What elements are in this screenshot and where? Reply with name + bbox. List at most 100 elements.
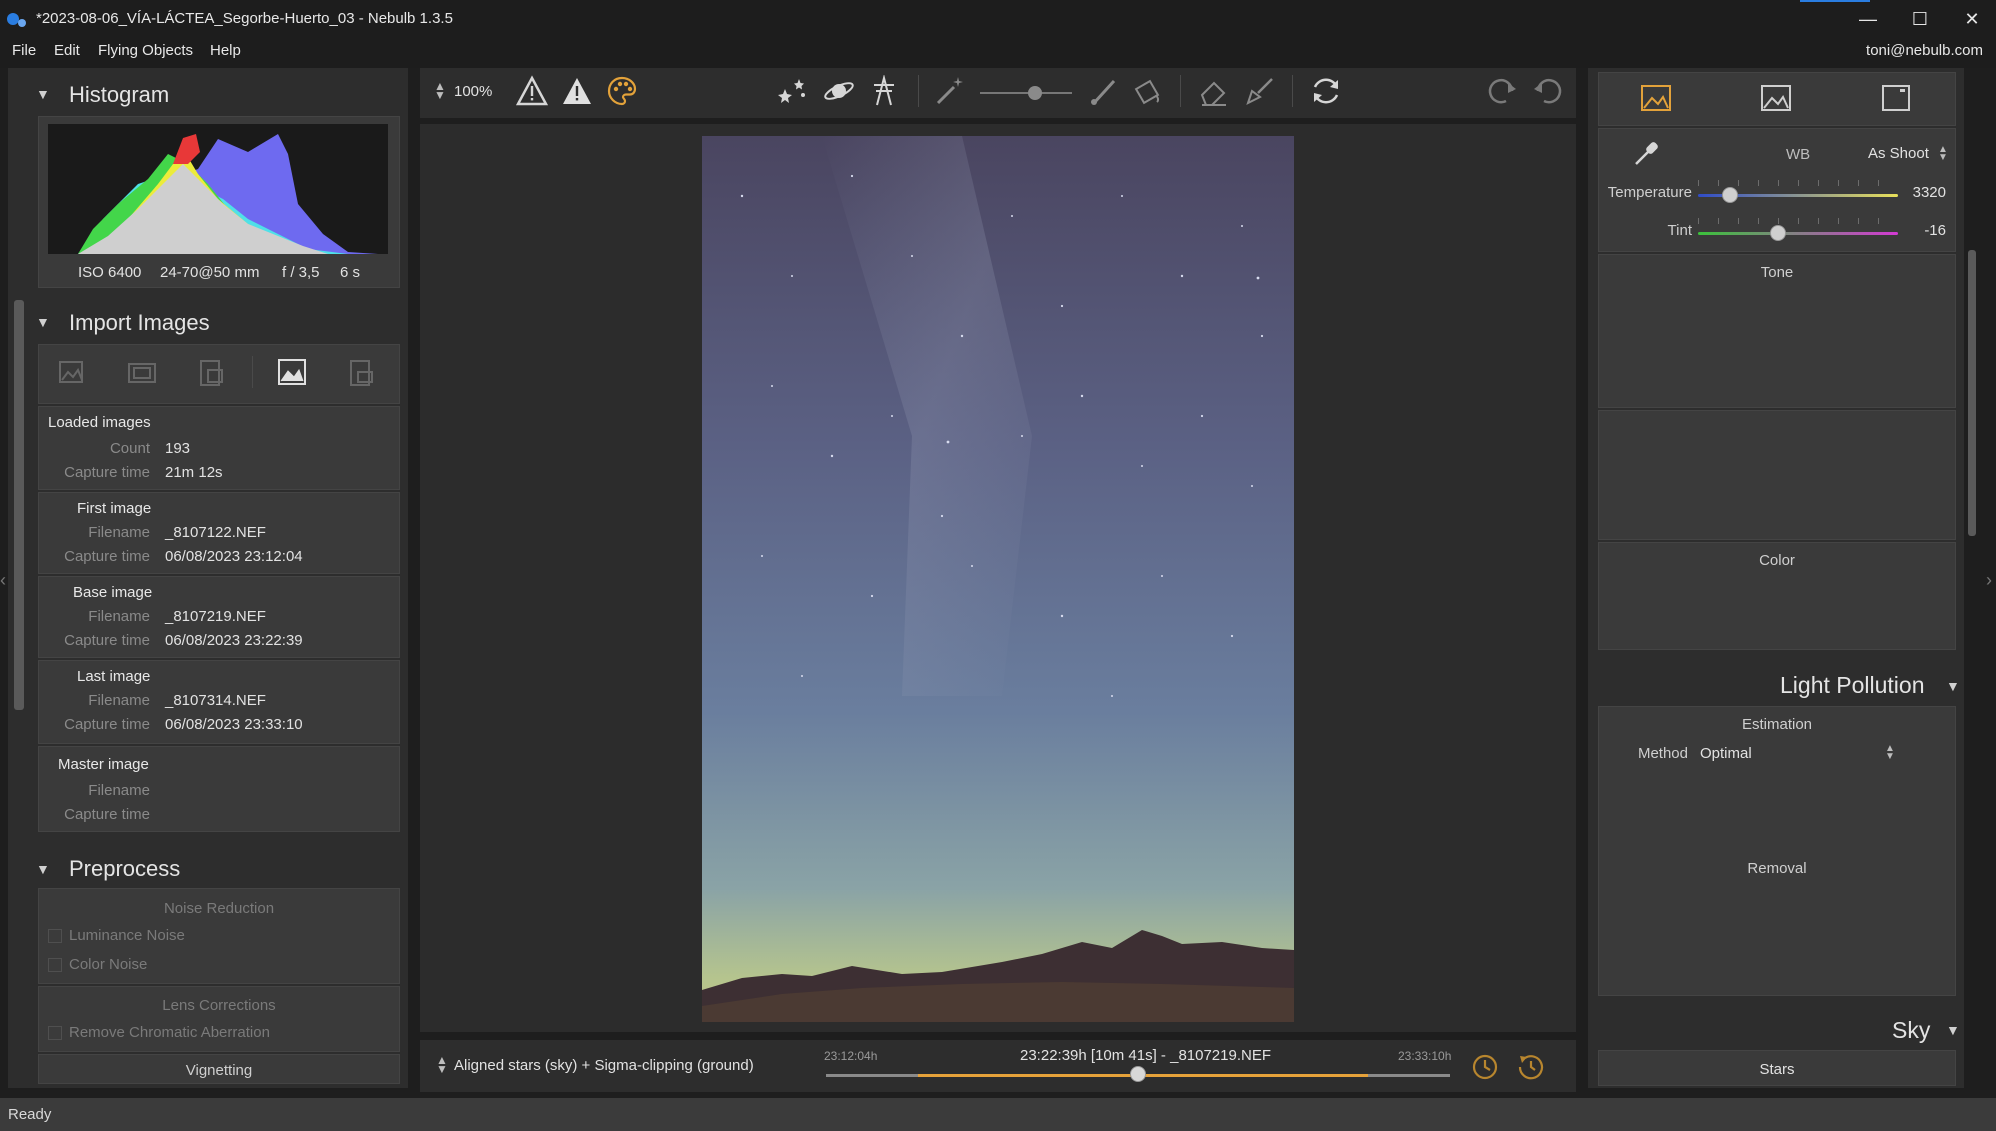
collapse-left-icon[interactable]: ‹ (0, 570, 8, 600)
base-image-header: Base image (73, 584, 153, 601)
lens-value: 24-70@50 mm (160, 264, 260, 281)
app-logo-accent (18, 19, 26, 27)
master-capture-label: Capture time (64, 806, 150, 823)
color-noise-label: Color Noise (69, 956, 148, 973)
undo-icon[interactable] (1532, 75, 1564, 107)
maximize-button[interactable]: ☐ (1894, 6, 1946, 32)
noise-reduction-header: Noise Reduction (163, 900, 275, 917)
tint-ticks (1698, 218, 1898, 224)
image-tab-icon[interactable] (1760, 82, 1792, 114)
left-scrollbar[interactable] (14, 300, 24, 710)
toolbar-separator (1180, 75, 1181, 107)
method-stepper-icon[interactable]: ▲ ▼ (1885, 744, 1895, 762)
warning-filled-icon[interactable] (561, 75, 593, 107)
light-pollution-collapse-icon[interactable]: ▼ (1946, 678, 1960, 694)
redo-icon[interactable] (1486, 75, 1518, 107)
last-capture-label: Capture time (64, 716, 150, 733)
minimize-button[interactable]: — (1842, 6, 1894, 32)
menu-edit[interactable]: Edit (54, 42, 80, 59)
warning-outline-icon[interactable] (516, 75, 548, 107)
iso-value: ISO 6400 (78, 264, 142, 281)
loaded-images-header: Loaded images (48, 414, 151, 431)
base-capture-label: Capture time (64, 632, 150, 649)
menu-file[interactable]: File (12, 42, 36, 59)
zoom-value[interactable]: 100% (454, 83, 492, 100)
import-master-icon[interactable] (276, 356, 308, 388)
tint-label: Tint (1667, 222, 1692, 239)
first-image-header: First image (77, 500, 152, 517)
tint-slider-knob[interactable] (1770, 225, 1786, 241)
last-filename-label: Filename (88, 692, 150, 709)
temperature-ticks (1698, 180, 1898, 186)
import-collapse-icon[interactable]: ▼ (36, 314, 50, 330)
stars-icon[interactable] (777, 75, 809, 107)
temperature-label: Temperature (1607, 184, 1692, 201)
close-button[interactable]: ✕ (1946, 6, 1996, 32)
menu-help[interactable]: Help (210, 42, 241, 59)
right-scrollbar[interactable] (1968, 250, 1976, 536)
timeline-start: 23:12:04h (824, 1049, 878, 1063)
color-palette-icon[interactable] (606, 75, 638, 107)
planet-icon[interactable] (823, 75, 855, 107)
light-pollution-title: Light Pollution (1780, 672, 1925, 698)
clock-reset-icon[interactable] (1516, 1052, 1546, 1082)
wb-value[interactable]: As Shoot (1868, 145, 1929, 162)
timeline-knob[interactable] (1130, 1066, 1146, 1082)
method-value[interactable]: Optimal (1700, 745, 1752, 762)
histogram-collapse-icon[interactable]: ▼ (36, 86, 50, 102)
clear-brush-icon[interactable] (1244, 75, 1276, 107)
frame-tab-icon[interactable] (1880, 82, 1912, 114)
brush-size-slider[interactable] (980, 92, 1072, 94)
magic-wand-icon[interactable] (934, 75, 966, 107)
lens-corrections-header: Lens Corrections (162, 997, 276, 1014)
paste-master-icon[interactable] (346, 356, 378, 388)
stack-mode-stepper-icon[interactable]: ▲ ▼ (436, 1054, 448, 1075)
tint-slider[interactable] (1698, 232, 1898, 235)
status-text: Ready (8, 1106, 52, 1123)
aperture-value: f / 3,5 (282, 264, 320, 281)
fill-bucket-icon[interactable] (1132, 75, 1164, 107)
base-filename-value: _8107219.NEF (165, 608, 266, 625)
import-title: Import Images (69, 310, 210, 335)
collapse-right-icon[interactable]: › (1986, 570, 1992, 591)
stars-tab-label: Stars (1759, 1061, 1795, 1078)
develop-tab-icon[interactable] (1640, 82, 1672, 114)
milky-way-image[interactable] (702, 136, 1294, 1022)
brush-size-knob[interactable] (1028, 86, 1042, 100)
toolbar-separator (918, 75, 919, 107)
sky-title: Sky (1892, 1017, 1931, 1043)
chromatic-aberration-checkbox[interactable] (48, 1026, 62, 1040)
luminance-noise-label: Luminance Noise (69, 927, 185, 944)
sky-collapse-icon[interactable]: ▼ (1946, 1022, 1960, 1038)
paste-images-icon[interactable] (196, 356, 228, 388)
first-filename-label: Filename (88, 524, 150, 541)
preprocess-collapse-icon[interactable]: ▼ (36, 861, 50, 877)
user-account[interactable]: toni@nebulb.com (1866, 42, 1983, 59)
stack-mode-value[interactable]: Aligned stars (sky) + Sigma-clipping (gr… (454, 1057, 754, 1074)
first-capture-value: 06/08/2023 23:12:04 (165, 548, 303, 565)
import-folder-icon[interactable] (126, 356, 158, 388)
refresh-icon[interactable] (1310, 75, 1342, 107)
zoom-stepper-icon[interactable]: ▲ ▼ (434, 80, 446, 101)
tone-box-2 (1598, 410, 1956, 540)
taskbar-accent (1800, 0, 1870, 2)
temperature-slider-knob[interactable] (1722, 187, 1738, 203)
count-value: 193 (165, 440, 191, 457)
menu-bar: File Edit Flying Objects Help toni@nebul… (0, 38, 1996, 68)
color-noise-checkbox[interactable] (48, 958, 62, 972)
luminance-noise-checkbox[interactable] (48, 929, 62, 943)
status-bar (0, 1098, 1996, 1131)
eraser-icon[interactable] (1198, 75, 1230, 107)
capture-time-label: Capture time (64, 464, 150, 481)
chromatic-aberration-label: Remove Chromatic Aberration (69, 1024, 270, 1041)
brush-icon[interactable] (1088, 75, 1120, 107)
clock-start-icon[interactable] (1470, 1052, 1500, 1082)
wb-stepper-icon[interactable]: ▲ ▼ (1938, 145, 1948, 163)
toolbar-separator (1292, 75, 1293, 107)
import-images-icon[interactable] (56, 356, 88, 388)
menu-flying-objects[interactable]: Flying Objects (98, 42, 193, 59)
power-tower-icon[interactable] (868, 75, 900, 107)
master-image-header: Master image (58, 756, 149, 773)
timeline-end: 23:33:10h (1398, 1049, 1452, 1063)
eyedropper-icon[interactable] (1630, 138, 1662, 170)
